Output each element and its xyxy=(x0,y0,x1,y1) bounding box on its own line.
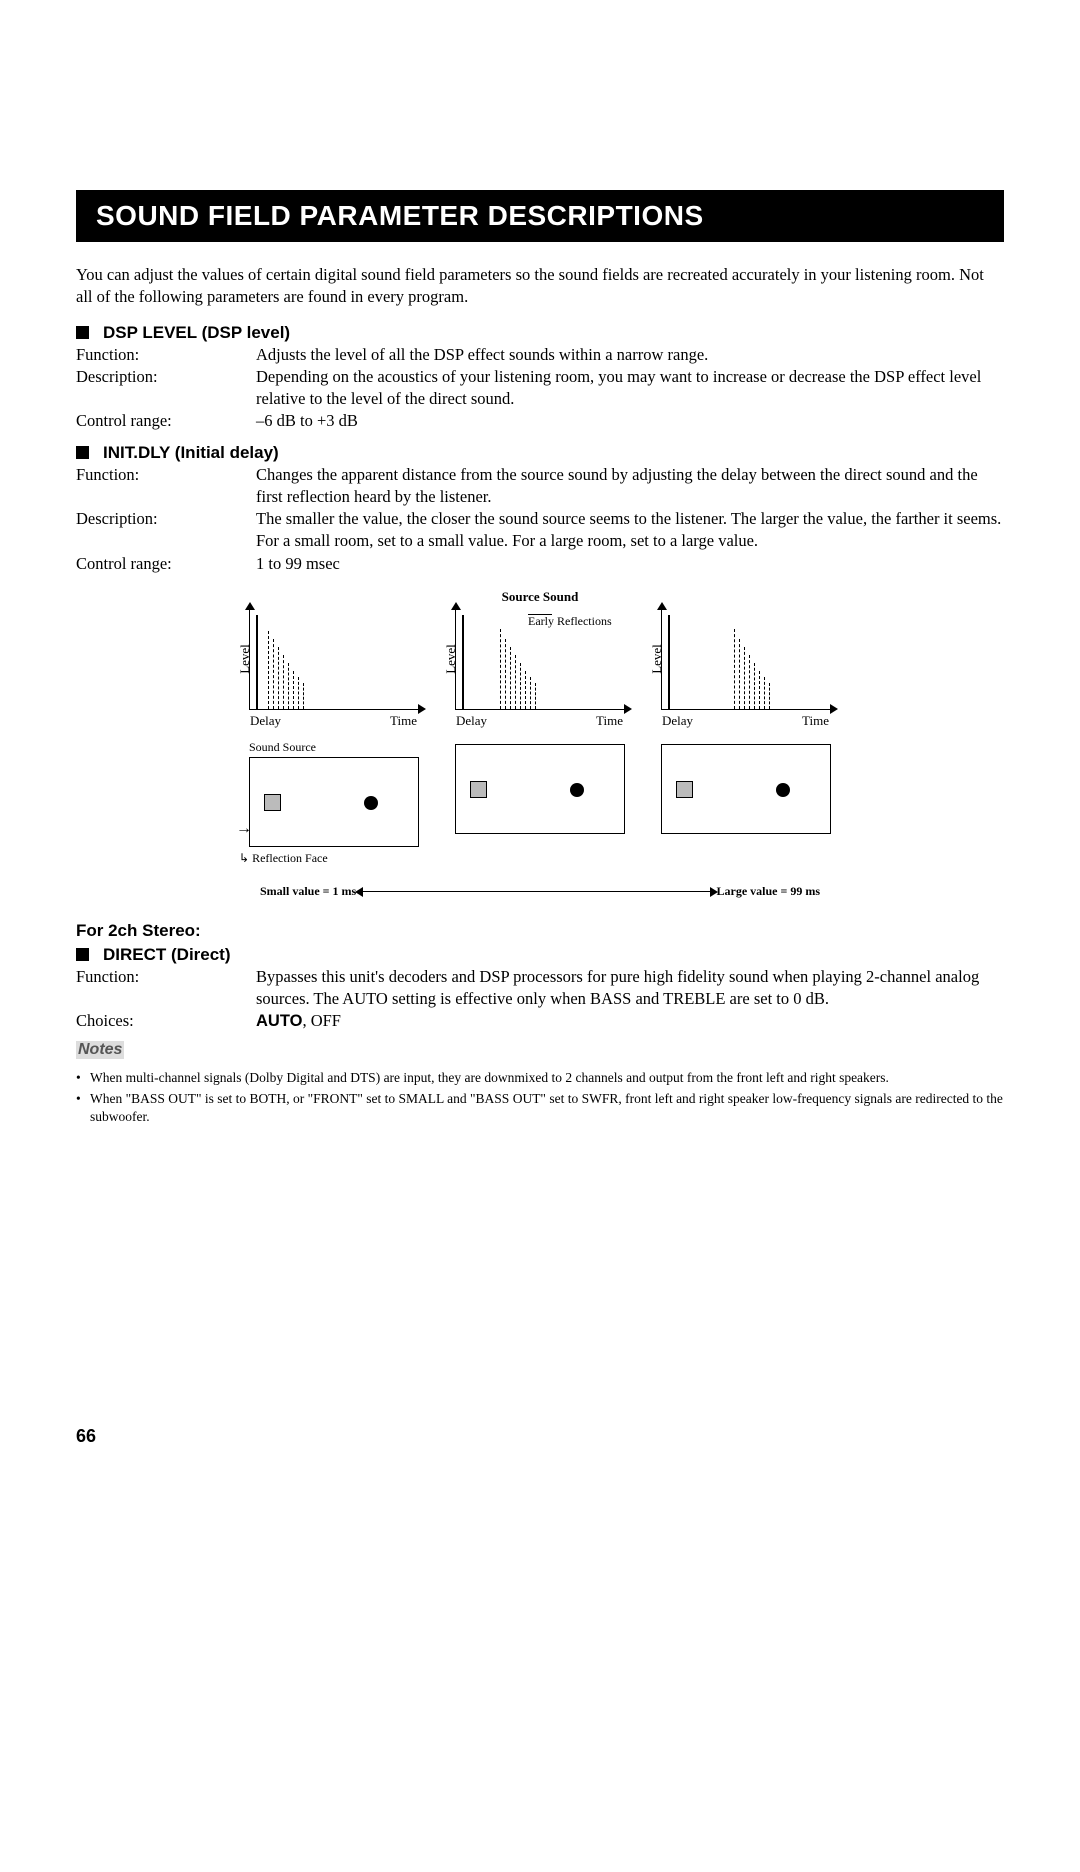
early-reflections-label: Early Reflections xyxy=(528,607,625,628)
value-function: Adjusts the level of all the DSP effect … xyxy=(256,344,1004,366)
value-choices: AUTO, OFF xyxy=(256,1010,1004,1032)
chart-medium-delay: Level Early Reflections Delay Time xyxy=(455,609,625,710)
label-range: Control range: xyxy=(76,553,256,575)
param-initdly-range-row: Control range: 1 to 99 msec xyxy=(76,553,1004,575)
param-initdly-title: INIT.DLY (Initial delay) xyxy=(76,443,1004,463)
label-function: Function: xyxy=(76,344,256,366)
listener-icon xyxy=(570,783,584,797)
param-initdly-description-row: Description: The smaller the value, the … xyxy=(76,508,1004,553)
axis-delay-label: Delay xyxy=(456,713,487,729)
label-range: Control range: xyxy=(76,410,256,432)
axis-level-label: Level xyxy=(237,644,253,674)
label-choices: Choices: xyxy=(76,1010,256,1032)
axis-level-label: Level xyxy=(649,644,665,674)
chart-large-delay: Level Delay Time xyxy=(661,609,831,710)
axis-delay-label: Delay xyxy=(662,713,693,729)
value-description: Depending on the acoustics of your liste… xyxy=(256,366,1004,411)
axis-time-label: Time xyxy=(802,713,829,729)
speaker-icon xyxy=(264,794,281,811)
value-range-arrow: Small value = 1 ms Large value = 99 ms xyxy=(260,884,820,899)
axis-level-label: Level xyxy=(443,644,459,674)
diagram-source-sound-label: Source Sound xyxy=(230,589,850,605)
value-range: –6 dB to +3 dB xyxy=(256,410,1004,432)
param-dsp-description-row: Description: Depending on the acoustics … xyxy=(76,366,1004,411)
speaker-icon xyxy=(470,781,487,798)
room-box-large xyxy=(661,744,831,834)
value-range: 1 to 99 msec xyxy=(256,553,1004,575)
param-dsp-title-text: DSP LEVEL (DSP level) xyxy=(103,323,290,342)
room-box-medium xyxy=(455,744,625,834)
reflection-arrow-icon: → xyxy=(236,820,252,838)
listener-icon xyxy=(364,796,378,810)
param-direct-title-text: DIRECT (Direct) xyxy=(103,945,231,964)
axis-time-label: Time xyxy=(390,713,417,729)
param-dsp-title: DSP LEVEL (DSP level) xyxy=(76,323,1004,343)
param-dsp-range-row: Control range: –6 dB to +3 dB xyxy=(76,410,1004,432)
small-value-label: Small value = 1 ms xyxy=(260,884,356,899)
label-description: Description: xyxy=(76,366,256,411)
axis-time-label: Time xyxy=(596,713,623,729)
notes-header: Notes xyxy=(76,1041,124,1059)
speaker-icon xyxy=(676,781,693,798)
sound-source-caption: Sound Source xyxy=(249,740,419,755)
param-initdly-function-row: Function: Changes the apparent distance … xyxy=(76,464,1004,509)
value-function: Bypasses this unit's decoders and DSP pr… xyxy=(256,966,1004,1011)
listener-icon xyxy=(776,783,790,797)
notes-list: When multi-channel signals (Dolby Digita… xyxy=(76,1069,1004,1127)
param-dsp-function-row: Function: Adjusts the level of all the D… xyxy=(76,344,1004,366)
section-2ch-stereo: For 2ch Stereo: xyxy=(76,921,1004,941)
double-arrow-icon xyxy=(362,891,710,892)
note-item: When multi-channel signals (Dolby Digita… xyxy=(76,1069,1004,1087)
label-description: Description: xyxy=(76,508,256,553)
charts-row: Level Delay Time Level xyxy=(230,609,850,710)
reflection-face-caption: ↳ Reflection Face xyxy=(239,851,419,866)
square-bullet-icon xyxy=(76,326,89,339)
label-function: Function: xyxy=(76,464,256,509)
param-direct-title: DIRECT (Direct) xyxy=(76,945,1004,965)
param-direct-choices-row: Choices: AUTO, OFF xyxy=(76,1010,1004,1032)
initdly-diagram: Source Sound Level Delay Time xyxy=(230,589,850,899)
chart-small-delay: Level Delay Time xyxy=(249,609,419,710)
value-description: The smaller the value, the closer the so… xyxy=(256,508,1004,553)
large-value-label: Large value = 99 ms xyxy=(717,884,821,899)
note-item: When "BASS OUT" is set to BOTH, or "FRON… xyxy=(76,1090,1004,1126)
square-bullet-icon xyxy=(76,446,89,459)
room-box-small: → xyxy=(249,757,419,847)
room-boxes-row: Sound Source → ↳ Reflection Face xyxy=(230,710,850,866)
param-direct-function-row: Function: Bypasses this unit's decoders … xyxy=(76,966,1004,1011)
intro-text: You can adjust the values of certain dig… xyxy=(76,264,1004,309)
value-function: Changes the apparent distance from the s… xyxy=(256,464,1004,509)
axis-delay-label: Delay xyxy=(250,713,281,729)
square-bullet-icon xyxy=(76,948,89,961)
label-function: Function: xyxy=(76,966,256,1011)
page-title: SOUND FIELD PARAMETER DESCRIPTIONS xyxy=(76,190,1004,242)
manual-page: SOUND FIELD PARAMETER DESCRIPTIONS You c… xyxy=(0,0,1080,1507)
param-initdly-title-text: INIT.DLY (Initial delay) xyxy=(103,443,279,462)
page-number: 66 xyxy=(76,1426,1004,1447)
